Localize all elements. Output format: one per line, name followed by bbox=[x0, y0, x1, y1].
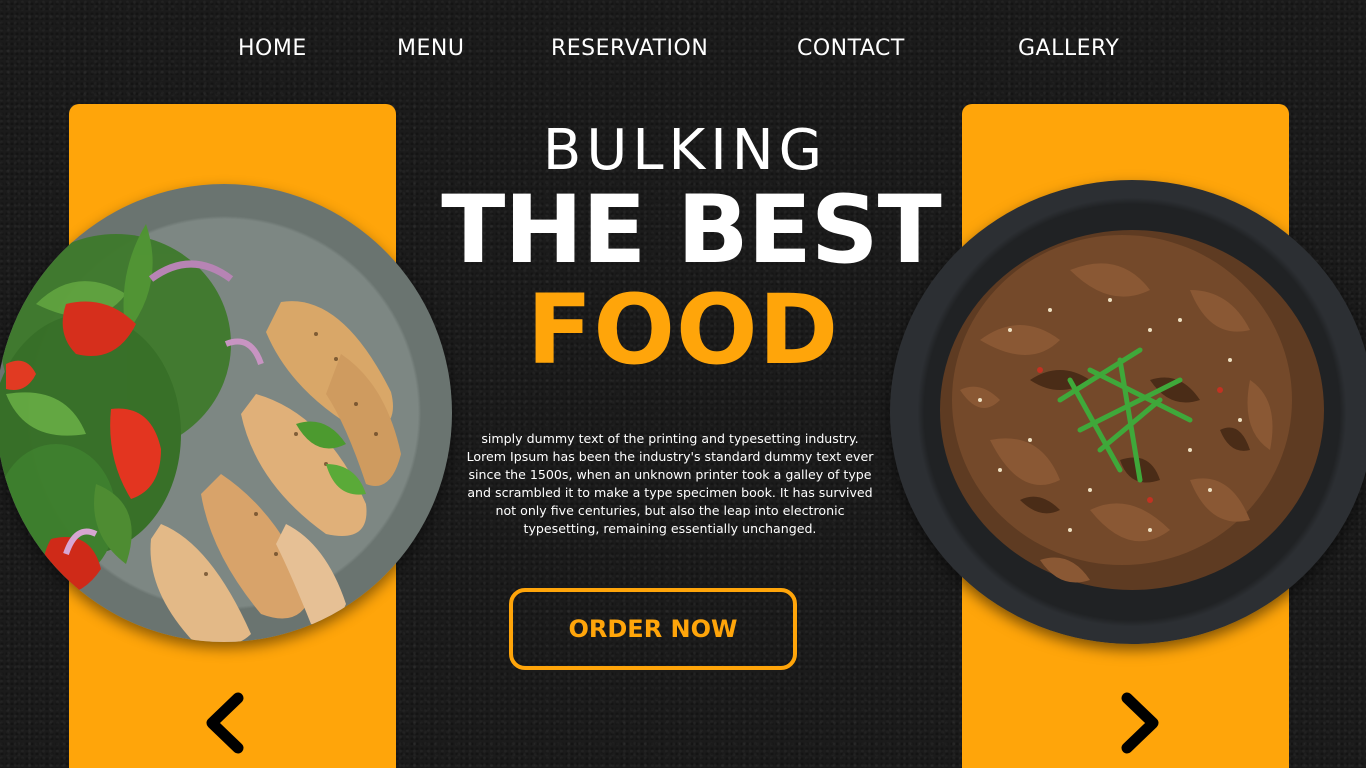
hero-headline: THE BEST bbox=[441, 176, 941, 285]
chevron-right-icon[interactable] bbox=[1117, 692, 1163, 754]
nav-menu[interactable]: MENU bbox=[397, 36, 464, 61]
chevron-left-icon[interactable] bbox=[202, 692, 248, 754]
order-now-button[interactable]: ORDER NOW bbox=[509, 588, 797, 670]
nav-reservation[interactable]: RESERVATION bbox=[551, 36, 708, 61]
nav-home[interactable]: HOME bbox=[238, 36, 307, 61]
hero-kicker: BULKING bbox=[542, 118, 828, 183]
nav-gallery[interactable]: GALLERY bbox=[1018, 36, 1119, 61]
hero-description: simply dummy text of the printing and ty… bbox=[466, 430, 874, 536]
hero-highlight: FOOD bbox=[526, 274, 840, 386]
nav-contact[interactable]: CONTACT bbox=[797, 36, 905, 61]
main-nav: HOME MENU RESERVATION CONTACT GALLERY bbox=[0, 36, 1366, 66]
